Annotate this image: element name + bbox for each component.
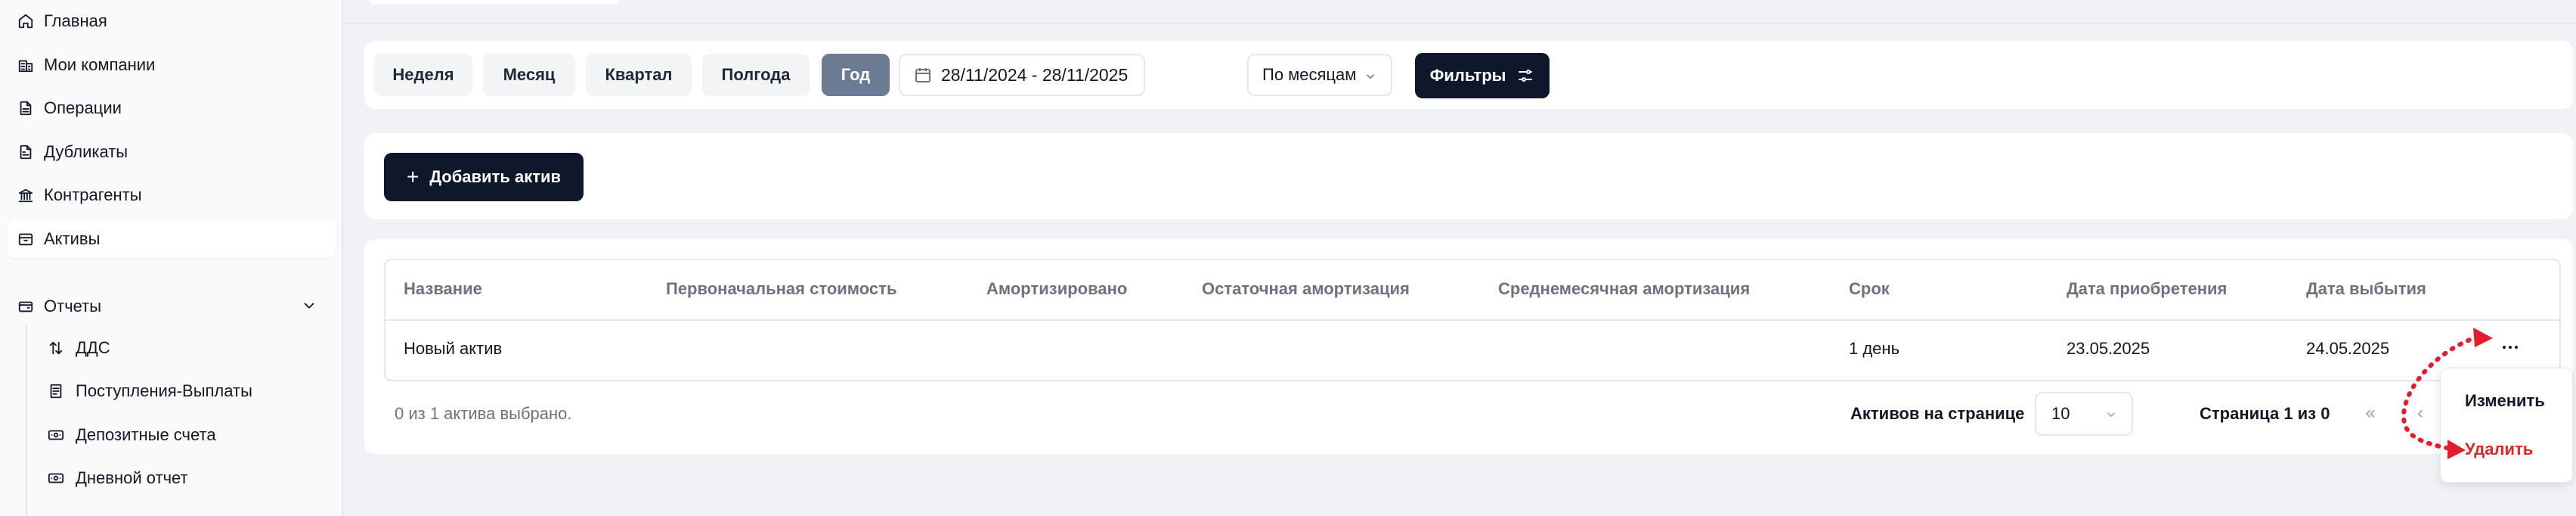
document-icon	[17, 99, 35, 117]
sidebar-item-label: Активы	[44, 229, 101, 248]
annotation-arrow	[2401, 328, 2493, 459]
column-header-initial-cost[interactable]: Первоначальная стоимость	[666, 279, 896, 299]
archive-box-icon	[17, 230, 35, 248]
add-asset-label: Добавить актив	[429, 167, 562, 186]
column-header-name[interactable]: Название	[404, 279, 482, 299]
actions-card: + Добавить актив	[364, 133, 2573, 219]
sidebar-item-reports[interactable]: Отчеты	[8, 288, 336, 325]
add-asset-button[interactable]: + Добавить актив	[384, 153, 584, 201]
sidebar-item-label: Мои компании	[44, 55, 156, 74]
submenu-guide-line	[26, 325, 27, 516]
column-header-amortized[interactable]: Амортизировано	[986, 279, 1127, 299]
sidebar-item-label: Контрагенты	[44, 185, 142, 204]
column-header-term[interactable]: Срок	[1849, 279, 1890, 299]
assets-table-card: Название Первоначальная стоимость Аморти…	[364, 239, 2573, 454]
banknote-icon	[47, 469, 65, 487]
sidebar-item-label: Операции	[44, 98, 122, 117]
header-divider	[343, 23, 2576, 24]
sidebar-subitem-label: Поступления-Выплаты	[76, 381, 252, 400]
date-range-picker[interactable]: 28/11/2024 - 28/11/2025	[899, 54, 1145, 96]
sidebar-item-counterparties[interactable]: Контрагенты	[8, 176, 336, 214]
sliders-icon	[1506, 67, 1534, 85]
column-header-monthly[interactable]: Среднемесячная амортизация	[1498, 279, 1750, 299]
sidebar: Главная Мои компании Операции Дубликаты …	[0, 0, 343, 516]
row-actions-button[interactable]	[2497, 334, 2524, 361]
sidebar-item-label: Главная	[44, 11, 107, 30]
cell-disposal-date: 24.05.2025	[2306, 339, 2390, 358]
sidebar-subitem-label: Депозитные счета	[76, 425, 216, 444]
sidebar-subitem-daily-report[interactable]: Дневной отчет	[38, 459, 336, 497]
cell-purchase-date: 23.05.2025	[2067, 339, 2150, 358]
calendar-icon	[914, 66, 941, 84]
receipt-icon	[47, 382, 65, 400]
wallet-icon	[17, 297, 35, 316]
date-range-value: 28/11/2024 - 28/11/2025	[941, 64, 1129, 85]
table-header-row: Название Первоначальная стоимость Аморти…	[385, 260, 2559, 321]
rows-per-page-label: Активов на странице	[1850, 404, 2025, 423]
sidebar-subitem-label: ДДС	[76, 338, 110, 357]
sidebar-item-label: Дубликаты	[44, 142, 128, 161]
home-icon	[17, 12, 35, 30]
period-week-button[interactable]: Неделя	[374, 54, 472, 96]
banknote-icon	[47, 426, 65, 444]
selection-count: 0 из 1 актива выбрано.	[395, 404, 572, 423]
sidebar-item-assets[interactable]: Активы	[8, 220, 336, 258]
grouping-value: По месяцам	[1262, 65, 1357, 84]
filters-button[interactable]: Фильтры	[1415, 53, 1550, 98]
sidebar-subitem-label: Дневной отчет	[76, 468, 188, 487]
sidebar-item-duplicates[interactable]: Дубликаты	[8, 133, 336, 171]
header-tab-stub	[369, 0, 618, 5]
arrows-up-down-icon	[47, 339, 65, 357]
more-horizontal-icon-dot	[2515, 346, 2518, 349]
sidebar-item-home[interactable]: Главная	[8, 2, 336, 40]
period-quarter-button[interactable]: Квартал	[586, 54, 692, 96]
sidebar-item-companies[interactable]: Мои компании	[8, 46, 336, 84]
sidebar-item-operations[interactable]: Операции	[8, 89, 336, 127]
sidebar-subitem-dds[interactable]: ДДС	[38, 329, 336, 367]
more-horizontal-icon-dot	[2509, 346, 2512, 349]
filters-button-label: Фильтры	[1429, 66, 1506, 85]
buildings-icon	[17, 56, 35, 74]
period-filter-bar: Неделя Месяц Квартал Полгода Год 28/11/2…	[364, 41, 2573, 109]
plus-icon: +	[406, 165, 420, 188]
column-header-residual[interactable]: Остаточная амортизация	[1202, 279, 1410, 299]
column-header-disposal-date[interactable]: Дата выбытия	[2306, 279, 2426, 299]
sidebar-subitem-deposit-accounts[interactable]: Депозитные счета	[38, 416, 336, 454]
sidebar-item-label: Отчеты	[44, 297, 102, 316]
bank-icon	[17, 186, 35, 204]
more-horizontal-icon	[2503, 346, 2506, 349]
chevron-down-icon[interactable]	[301, 297, 317, 319]
period-half-year-button[interactable]: Полгода	[702, 54, 810, 96]
grouping-select[interactable]: По месяцам	[1247, 54, 1392, 96]
cell-term: 1 день	[1849, 339, 1900, 358]
assets-table: Название Первоначальная стоимость Аморти…	[384, 259, 2561, 381]
page-indicator: Страница 1 из 0	[2200, 404, 2330, 423]
first-page-button[interactable]: «	[2357, 399, 2384, 427]
rows-per-page-value: 10	[2051, 404, 2070, 423]
period-year-button[interactable]: Год	[822, 54, 890, 96]
period-month-button[interactable]: Месяц	[483, 54, 575, 96]
sidebar-subitem-receipts-payments[interactable]: Поступления-Выплаты	[38, 372, 336, 410]
copy-document-icon	[17, 143, 35, 161]
cell-name: Новый актив	[404, 339, 503, 358]
column-header-purchase-date[interactable]: Дата приобретения	[2067, 279, 2227, 299]
rows-per-page-select[interactable]: 10	[2035, 392, 2133, 436]
